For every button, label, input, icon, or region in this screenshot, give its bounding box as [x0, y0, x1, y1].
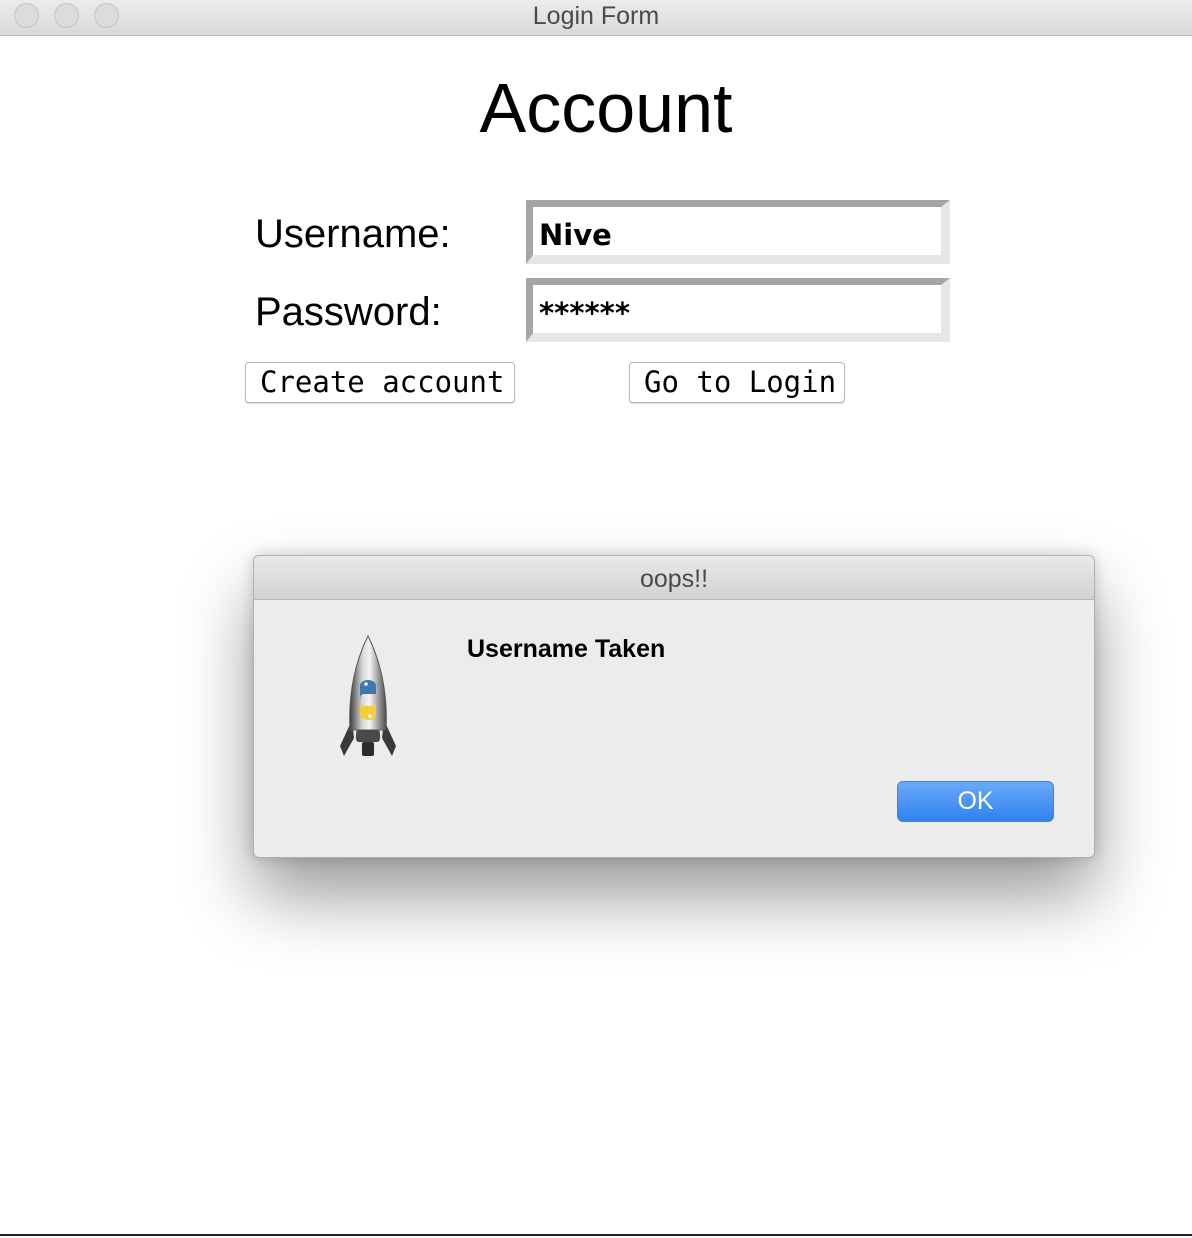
- create-account-button[interactable]: Create account: [245, 362, 515, 403]
- password-field[interactable]: ******: [526, 278, 950, 342]
- dialog-titlebar: oops!!: [254, 556, 1094, 600]
- go-to-login-button[interactable]: Go to Login: [629, 362, 845, 403]
- username-label: Username:: [255, 212, 451, 256]
- username-field[interactable]: Nive: [526, 200, 950, 264]
- window-titlebar: Login Form: [0, 0, 1192, 36]
- alert-dialog: oops!! Username Taken OK: [253, 555, 1095, 858]
- page-title: Account: [479, 69, 733, 147]
- ok-button[interactable]: OK: [897, 781, 1054, 822]
- python-launcher-rocket-icon: [340, 634, 396, 756]
- window-bottom-border: [0, 1234, 1192, 1236]
- password-label: Password:: [255, 290, 442, 334]
- dialog-message: Username Taken: [467, 635, 666, 663]
- window-title: Login Form: [532, 2, 660, 30]
- dialog-title: oops!!: [639, 565, 709, 593]
